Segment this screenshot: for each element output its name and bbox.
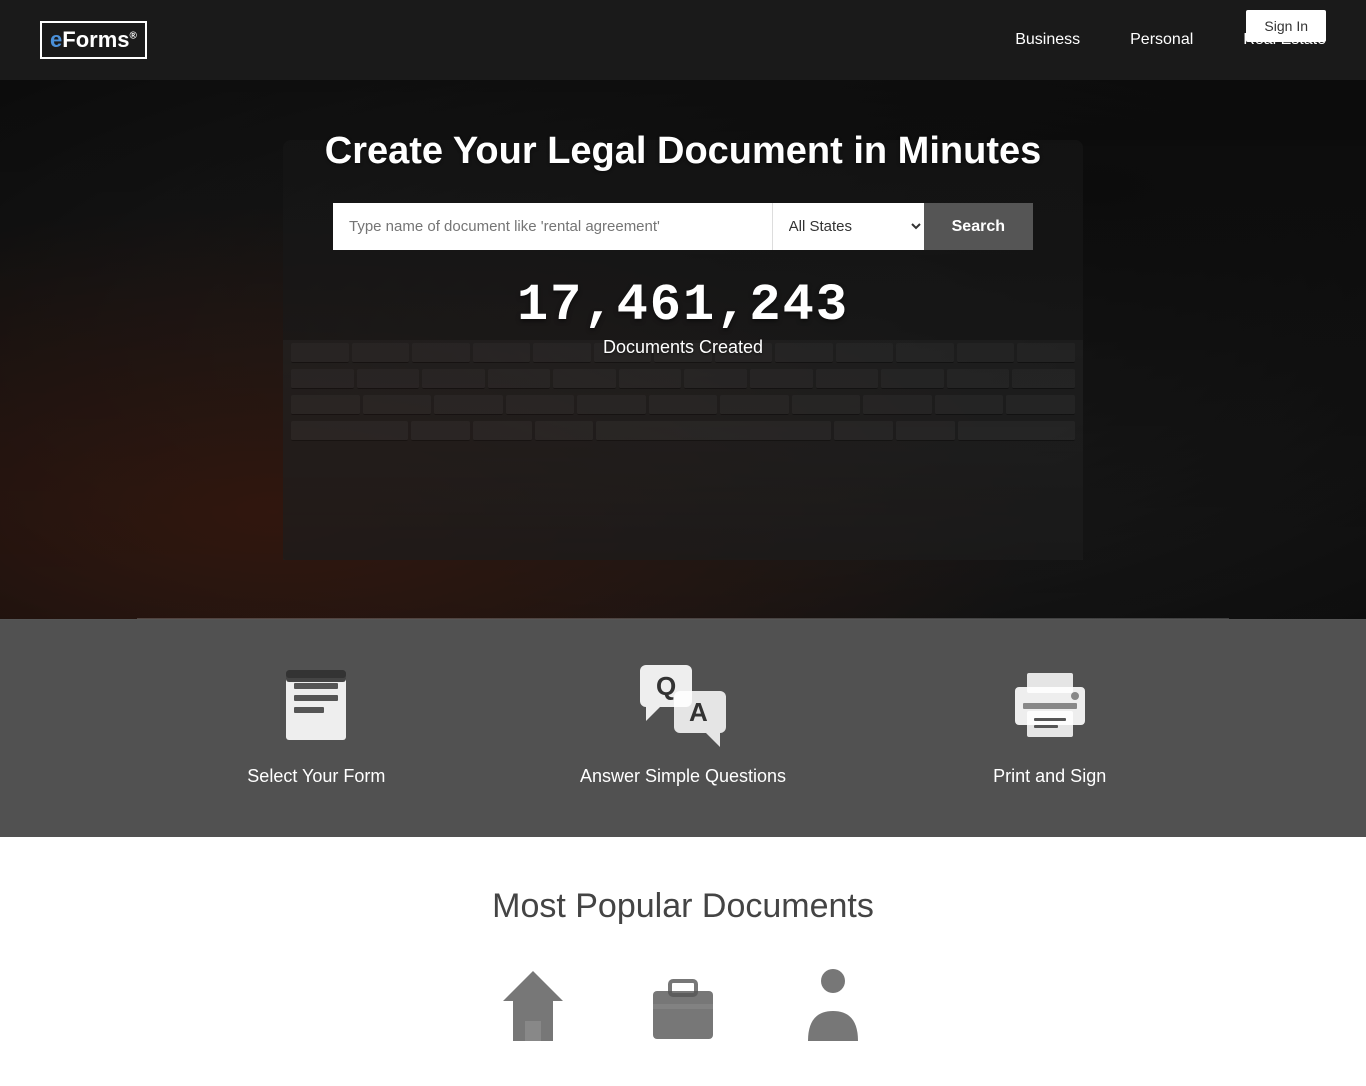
popular-lease[interactable] bbox=[498, 966, 568, 1056]
svg-text:A: A bbox=[689, 697, 708, 727]
form-icon bbox=[271, 660, 361, 750]
nav-business[interactable]: Business bbox=[1015, 31, 1080, 49]
print-icon bbox=[1005, 660, 1095, 750]
popular-icons-container bbox=[40, 966, 1326, 1056]
search-bar: All StatesAlabamaAlaskaArizonaArkansasCa… bbox=[333, 203, 1033, 250]
qa-icon: Q A bbox=[638, 660, 728, 750]
step-answer-questions: Q A Answer Simple Questions bbox=[500, 640, 867, 807]
document-search-input[interactable] bbox=[333, 203, 772, 250]
popular-title: Most Popular Documents bbox=[40, 887, 1326, 926]
logo-reg: ® bbox=[130, 31, 137, 42]
step-print-label: Print and Sign bbox=[993, 766, 1106, 787]
search-button[interactable]: Search bbox=[924, 203, 1033, 250]
header: eForms® Business Personal Real Estate Si… bbox=[0, 0, 1366, 80]
signin-button[interactable]: Sign In bbox=[1246, 10, 1326, 42]
counter-label: Documents Created bbox=[517, 337, 849, 358]
svg-text:Q: Q bbox=[656, 671, 676, 701]
logo-forms: Forms bbox=[62, 27, 129, 52]
hero-title: Create Your Legal Document in Minutes bbox=[325, 130, 1042, 173]
poa-icon bbox=[798, 966, 868, 1046]
bill-icon bbox=[648, 966, 718, 1046]
step-select-label: Select Your Form bbox=[247, 766, 385, 787]
popular-section: Most Popular Documents bbox=[0, 837, 1366, 1086]
step-questions-label: Answer Simple Questions bbox=[580, 766, 786, 787]
steps-container: Select Your Form Q A Answer Simple Quest… bbox=[133, 640, 1233, 807]
hero-section: Create Your Legal Document in Minutes Al… bbox=[0, 80, 1366, 620]
logo[interactable]: eForms® bbox=[40, 21, 147, 59]
nav-personal[interactable]: Personal bbox=[1130, 31, 1193, 49]
popular-poa[interactable] bbox=[798, 966, 868, 1056]
logo-e: e bbox=[50, 27, 62, 52]
counter-section: 17,461,243 Documents Created bbox=[517, 280, 849, 358]
logo-box: eForms® bbox=[40, 21, 147, 59]
hero-content: Create Your Legal Document in Minutes Al… bbox=[0, 80, 1366, 358]
counter-number: 17,461,243 bbox=[517, 280, 849, 332]
lease-icon bbox=[498, 966, 568, 1046]
popular-bill-of-sale[interactable] bbox=[648, 966, 718, 1056]
step-print-sign: Print and Sign bbox=[866, 640, 1233, 807]
state-select[interactable]: All StatesAlabamaAlaskaArizonaArkansasCa… bbox=[772, 203, 924, 250]
steps-section: Select Your Form Q A Answer Simple Quest… bbox=[0, 619, 1366, 837]
step-select-form: Select Your Form bbox=[133, 640, 500, 807]
